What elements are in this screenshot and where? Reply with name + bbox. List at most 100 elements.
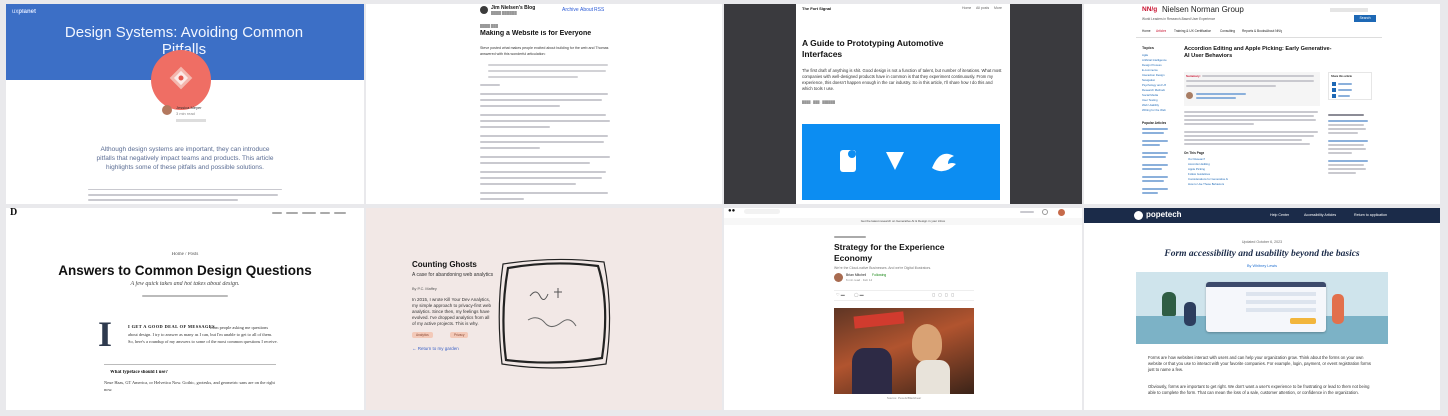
screenshot-grid: uxplanet Design Systems: Avoiding Common… <box>6 4 1442 410</box>
topic-link[interactable]: Agile <box>1142 53 1148 57</box>
nav-home[interactable]: Home <box>1142 29 1151 33</box>
nav-about[interactable]: About NN/g <box>1266 29 1282 33</box>
drop-cap: I <box>98 316 113 352</box>
promo-text[interactable]: Get the latest research on Generative AI… <box>724 219 1082 223</box>
nav-articles[interactable]: Articles <box>1156 29 1166 33</box>
tag-privacy[interactable]: Privacy <box>450 332 469 338</box>
tile-design-questions: D Home / Posts Answers to Common Design … <box>6 208 364 410</box>
person-figure <box>1184 302 1196 326</box>
topic-link[interactable]: Writing for the Web <box>1142 108 1166 112</box>
form-submit <box>1290 318 1316 324</box>
email-icon[interactable] <box>1332 94 1336 98</box>
topic-link[interactable]: User Testing <box>1142 98 1158 102</box>
tile-experience-economy: ●● Get the latest research on Generative… <box>724 208 1082 410</box>
topic-link[interactable]: Navigation <box>1142 78 1155 82</box>
toc-link[interactable]: Considerations for Generative AI <box>1188 177 1228 181</box>
author-name[interactable]: Brian Mitchell <box>846 273 866 277</box>
article-title: A Guide to Prototyping Automotive Interf… <box>802 38 944 59</box>
nav-all-posts[interactable]: All posts <box>976 6 989 10</box>
topic-link[interactable]: Interaction Design <box>1142 73 1165 77</box>
nav-help-center[interactable]: Help Center <box>1270 213 1289 217</box>
plant-icon <box>1162 292 1176 316</box>
topic-link[interactable]: Psychology and UX <box>1142 83 1166 87</box>
article-title: Accordion Editing and Apple Picking: Ear… <box>1184 46 1332 59</box>
publication-tag[interactable] <box>834 236 866 238</box>
toc-link[interactable]: Follow Guidelines <box>1188 172 1210 176</box>
answer-text: Neue Haas, GT America, or Helvetica Now.… <box>104 380 275 392</box>
puzzle-icon <box>169 66 193 90</box>
twitter-icon[interactable] <box>1332 82 1336 86</box>
write-link[interactable] <box>1020 211 1034 213</box>
medium-logo[interactable]: ●● <box>728 208 735 214</box>
nav-home[interactable]: Home <box>962 6 971 10</box>
bell-icon[interactable] <box>1042 209 1048 215</box>
toc-link[interactable]: How to Use These Behaviors <box>1188 182 1224 186</box>
site-brand[interactable]: The Fort Signal <box>802 6 831 11</box>
site-logo[interactable]: uxplanet <box>12 9 36 15</box>
back-link[interactable]: ← Return to my garden <box>412 346 459 351</box>
byline: By P.C. Maffey <box>412 287 437 291</box>
nav-consulting[interactable]: Consulting <box>1220 29 1235 33</box>
form-field <box>1246 300 1316 304</box>
toc-link[interactable]: Accordion Editing <box>1188 162 1210 166</box>
tile-popetech: popetech Help Center Accessibility Artic… <box>1084 208 1440 410</box>
search-input[interactable] <box>744 209 780 214</box>
site-logo[interactable]: D <box>10 208 17 218</box>
author-avatar <box>1186 92 1193 99</box>
brand-name[interactable]: popetech <box>1146 210 1182 219</box>
action-icons[interactable]: ◻◻◻◻ <box>932 292 957 297</box>
post-intro: Steve posted what makes people excited a… <box>480 46 609 56</box>
topic-link[interactable]: Artificial Intelligence <box>1142 58 1167 62</box>
updated-date: Updated October 6, 2023 <box>1241 240 1283 244</box>
avatar <box>480 6 488 14</box>
app-logos-icon <box>840 150 956 172</box>
post-title: Counting Ghosts <box>412 260 477 269</box>
article-lead: Although design systems are important, t… <box>96 146 274 171</box>
nav-articles[interactable]: Accessibility Articles <box>1304 213 1336 217</box>
nav-archive[interactable]: Archive <box>562 7 579 13</box>
toc-link[interactable]: Our Research <box>1188 157 1205 161</box>
post-meta: ████ · ███ · ██████ <box>802 100 835 104</box>
photo-person <box>916 360 950 394</box>
tag-analytics[interactable]: Analytics <box>412 332 433 338</box>
nav-training[interactable]: Training & UX Certification <box>1174 29 1211 33</box>
breadcrumb[interactable]: Home / Posts <box>6 252 364 257</box>
read-time: 3 min read <box>176 111 195 116</box>
avatar[interactable] <box>1058 209 1065 216</box>
social-icons[interactable] <box>176 119 206 122</box>
logo-mark[interactable]: NN/g <box>1142 6 1157 13</box>
author-name[interactable]: Jessica Meyer <box>176 105 202 110</box>
search-field[interactable] <box>1330 8 1368 12</box>
nav-rss[interactable]: RSS <box>594 7 604 13</box>
nav-return[interactable]: Return to application <box>1354 213 1387 217</box>
topic-link[interactable]: Web Usability <box>1142 103 1159 107</box>
article-title: Form accessibility and usability beyond … <box>1164 249 1360 259</box>
toc-link[interactable]: Apple Picking <box>1188 167 1205 171</box>
divider <box>1136 37 1382 38</box>
tile-automotive: The Fort Signal Home All posts More A Gu… <box>724 4 1082 204</box>
nav-more[interactable]: More <box>994 6 1002 10</box>
nav-reports[interactable]: Reports & Books <box>1242 29 1266 33</box>
nav-about[interactable]: About <box>580 7 593 13</box>
toc-title: On This Page <box>1184 151 1205 155</box>
follow-link[interactable]: Following <box>872 273 886 277</box>
divider <box>104 364 276 365</box>
logo-mark[interactable] <box>1134 211 1143 220</box>
topic-link[interactable]: E-commerce <box>1142 68 1158 72</box>
avatar <box>162 105 172 115</box>
photo-banner <box>853 311 905 329</box>
brand-name[interactable]: Nielsen Norman Group <box>1162 5 1244 14</box>
intro-text: from people asking me questions about de… <box>128 325 278 344</box>
topic-link[interactable]: Social Media <box>1142 93 1158 97</box>
post-subtitle: A case for abandoning web analytics <box>412 272 494 278</box>
linkedin-icon[interactable] <box>1332 88 1336 92</box>
search-button[interactable]: Search <box>1354 15 1376 22</box>
popular-title: Popular Articles <box>1142 121 1167 125</box>
tagline: World Leaders in Research-Based User Exp… <box>1142 17 1216 21</box>
share-box: Share this article <box>1328 72 1372 100</box>
comment-icon[interactable]: ◯ ▬ <box>854 292 864 297</box>
topic-link[interactable]: Design Process <box>1142 63 1162 67</box>
topic-link[interactable]: Research Methods <box>1142 88 1165 92</box>
clap-icon[interactable]: ♡ ▬ <box>836 292 845 297</box>
byline[interactable]: By Whitney Lewis <box>1084 264 1440 268</box>
